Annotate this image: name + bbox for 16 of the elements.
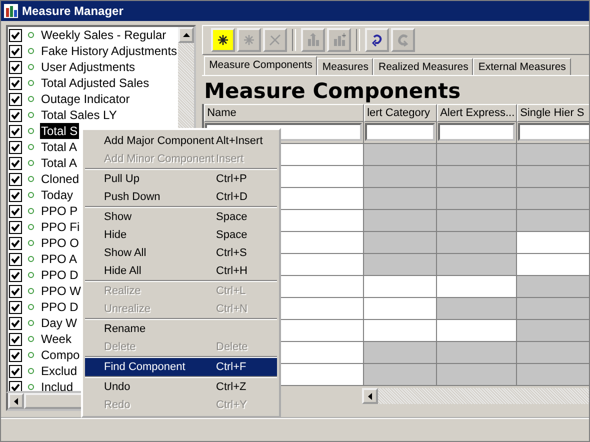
shortcut-text: Alt+Insert [216, 135, 263, 147]
shortcut-text: Ctrl+L [216, 285, 246, 297]
section-heading: Measure Components [203, 78, 462, 104]
shortcut-text: Space [216, 211, 248, 223]
shortcut-text: Ctrl+F [216, 361, 246, 373]
shortcut-text: Ctrl+Y [216, 399, 247, 411]
shortcut-text: Ctrl+H [216, 265, 248, 277]
shortcut-text: Delete [216, 341, 248, 353]
shortcut-text: Ctrl+P [216, 173, 247, 185]
shortcut-text: Ctrl+Z [216, 381, 246, 393]
shortcut-text: Ctrl+S [216, 247, 247, 259]
window-title: Measure Manager [22, 4, 124, 18]
shortcut-text: Space [216, 229, 248, 241]
shortcut-text: Ctrl+D [216, 191, 248, 203]
shortcut-text: Ctrl+N [216, 303, 248, 315]
shortcut-text: Insert [216, 153, 244, 165]
